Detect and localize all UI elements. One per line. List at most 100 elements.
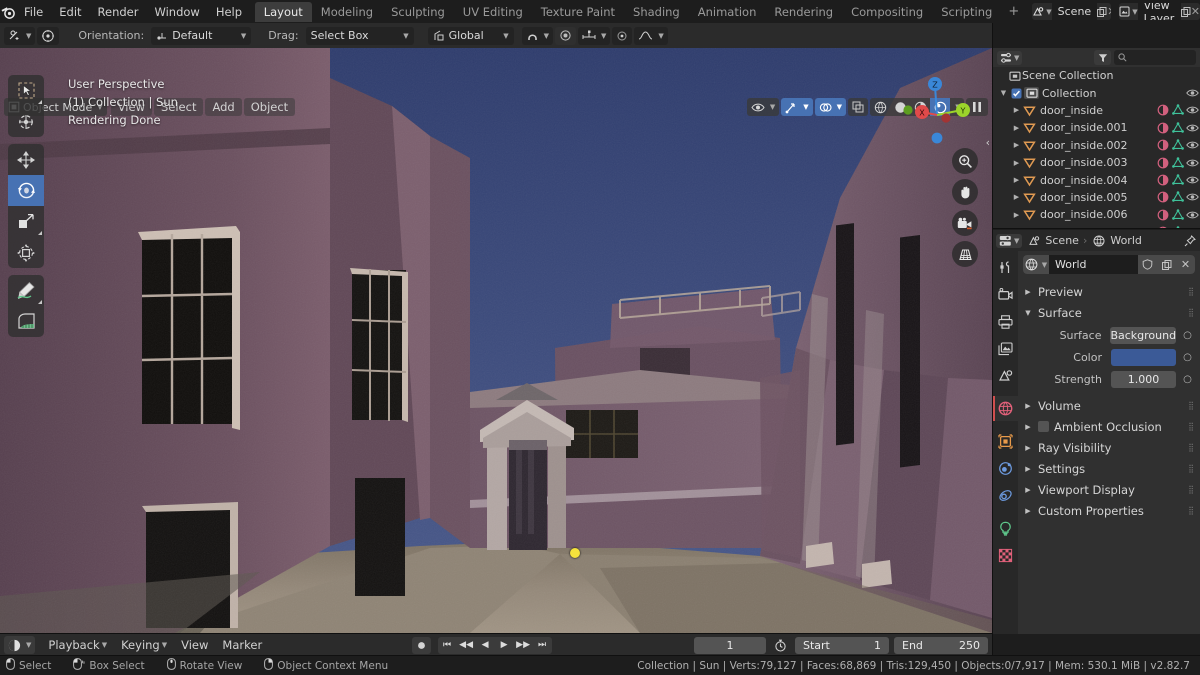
measure-tool[interactable] [8,306,44,337]
world-icon[interactable]: ▼ [1023,255,1049,274]
panel-header-surface[interactable]: ▼ Surface ⣿ [1023,302,1195,323]
duplicate-icon[interactable] [1097,3,1108,20]
workspace-tab-layout[interactable]: Layout [254,1,312,22]
world-id-field[interactable]: ▼ World ✕ [1023,255,1195,274]
panel-triangle-icon[interactable]: ▼ [1023,309,1033,317]
close-icon[interactable]: ✕ [1176,255,1195,274]
annotate-tool[interactable] [8,275,44,306]
panel-triangle-icon[interactable]: ▶ [1023,486,1033,494]
expand-triangle-icon[interactable]: ▶ [1011,193,1022,201]
drag-dropdown[interactable]: Select Box ▼ [305,26,414,45]
expand-triangle-icon[interactable]: ▼ [998,89,1009,97]
3d-viewport[interactable]: Object Mode ▼ View Select Add Object ▼ ▼ ▼ … [0,48,992,633]
timeline-editor-icon[interactable]: ▼ [4,636,36,654]
properties-breadcrumb-world[interactable]: World [1110,234,1142,247]
top-menu-render[interactable]: Render [90,2,147,22]
panel-triangle-icon[interactable]: ▶ [1023,444,1033,452]
jump-to-start-button[interactable]: ⏮ [438,637,457,654]
falloff-curve-icon[interactable]: ▼ [634,26,668,45]
view-layer-name[interactable]: View Layer [1137,3,1181,20]
render-tab[interactable] [993,282,1018,307]
viewport-nav-buttons[interactable] [952,148,978,267]
close-icon[interactable]: ✕ [1107,3,1112,20]
selected-light-origin[interactable] [570,548,580,558]
outliner-collection-row[interactable]: ▼ Collection [993,84,1200,101]
outliner-item-row[interactable]: ▶ door_inside.005 [993,189,1200,206]
outliner-scene-collection-row[interactable]: Scene Collection [993,67,1200,84]
divider-vertical-main[interactable] [992,23,993,656]
eye-icon[interactable] [1185,88,1200,98]
workspace-tab-shading[interactable]: Shading [624,2,689,22]
tool-tab[interactable] [993,255,1018,280]
eye-icon[interactable] [1185,123,1200,133]
field-value-color[interactable] [1111,349,1176,366]
panel-header-ray-visibility[interactable]: ▶ Ray Visibility ⣿ [1023,437,1195,458]
workspace-tab-modeling[interactable]: Modeling [312,2,382,22]
top-menu-edit[interactable]: Edit [51,2,89,22]
outliner-search-input[interactable] [1114,50,1196,65]
collection-checkbox[interactable] [1009,88,1024,99]
viewport-menu-add[interactable]: Add [205,98,242,116]
x-ray-icon[interactable] [848,98,868,116]
object-tab[interactable] [993,429,1018,454]
move-tool[interactable] [8,144,44,175]
blender-logo-icon[interactable] [0,0,16,23]
orientation-dropdown[interactable]: Default ▼ [151,26,252,45]
panel-header-preview[interactable]: ▶ Preview ⣿ [1023,281,1195,302]
workspace-tab-compositing[interactable]: Compositing [842,2,932,22]
panel-triangle-icon[interactable]: ▶ [1023,465,1033,473]
texture-tab[interactable] [993,543,1018,568]
next-keyframe-button[interactable]: ▶▶ [514,637,533,654]
viewport-menu-object[interactable]: Object [243,98,296,116]
expand-triangle-icon[interactable]: ▶ [1011,124,1022,132]
play-button[interactable]: ▶ [495,637,514,654]
top-menu-window[interactable]: Window [146,2,207,22]
jump-to-end-button[interactable]: ⏭ [533,637,552,654]
overlays-icon[interactable]: ▼ [814,98,846,116]
camera-view-button[interactable] [952,210,978,236]
snap-target-icon[interactable] [612,26,633,45]
close-icon[interactable]: ✕ [1190,3,1200,20]
outliner-item-row[interactable]: ▶ door_inside.004 [993,171,1200,188]
workspace-tab-sculpting[interactable]: Sculpting [382,2,454,22]
world-name-value[interactable]: World [1049,255,1138,274]
expand-triangle-icon[interactable]: ▶ [1011,106,1022,114]
outliner-editor[interactable]: ▼ Scene Collection ▼ Collection ▶ door_i… [993,48,1200,228]
panel-header-settings[interactable]: ▶ Settings ⣿ [1023,458,1195,479]
gizmo-icon[interactable]: ▼ [781,98,813,116]
panel-triangle-icon[interactable]: ▶ [1023,288,1033,296]
timeline-menu-playback[interactable]: Playback ▼ [41,636,114,654]
visibility-eye-icon[interactable]: ▼ [746,98,780,116]
physics-tab[interactable] [993,456,1018,481]
expand-triangle-icon[interactable]: ▶ [1011,141,1022,149]
panel-header-custom-properties[interactable]: ▶ Custom Properties ⣿ [1023,500,1195,521]
panel-header-ambient-occlusion[interactable]: ▶ Ambient Occlusion ⣿ [1023,416,1195,437]
outliner-display-mode-icon[interactable]: ▼ [997,50,1023,65]
eye-icon[interactable] [1185,210,1200,220]
view-layer-tab[interactable] [993,336,1018,361]
workspace-tab-texture-paint[interactable]: Texture Paint [532,2,624,22]
pan-button[interactable] [952,179,978,205]
viewport-toolbar[interactable] [8,75,44,344]
properties-editor-icon[interactable]: ▼ [996,233,1023,248]
expand-triangle-icon[interactable]: ▶ [1011,211,1022,219]
transform-orientation-dropdown[interactable]: Global ▼ [427,26,514,45]
transform-pivot-icon[interactable] [37,26,60,45]
world-tab[interactable] [993,396,1018,421]
increment-snap-icon[interactable]: ▼ [578,26,611,45]
duplicate-icon[interactable] [1180,3,1191,20]
panel-triangle-icon[interactable]: ▶ [1023,423,1033,431]
scene-name[interactable]: Scene [1051,3,1098,20]
outliner-item-row[interactable]: ▶ door_inside.006 [993,206,1200,223]
field-value-strength[interactable]: 1.000 [1111,371,1176,388]
scene-tab[interactable] [993,363,1018,388]
start-frame-input[interactable]: Start 1 [795,636,889,654]
data-tab[interactable] [993,516,1018,541]
eye-icon[interactable] [1185,140,1200,150]
play-reverse-button[interactable]: ◀ [476,637,495,654]
stopwatch-icon[interactable] [770,637,791,654]
output-tab[interactable] [993,309,1018,334]
eye-icon[interactable] [1185,192,1200,202]
top-menu-help[interactable]: Help [208,2,250,22]
scale-tool[interactable] [8,206,44,237]
